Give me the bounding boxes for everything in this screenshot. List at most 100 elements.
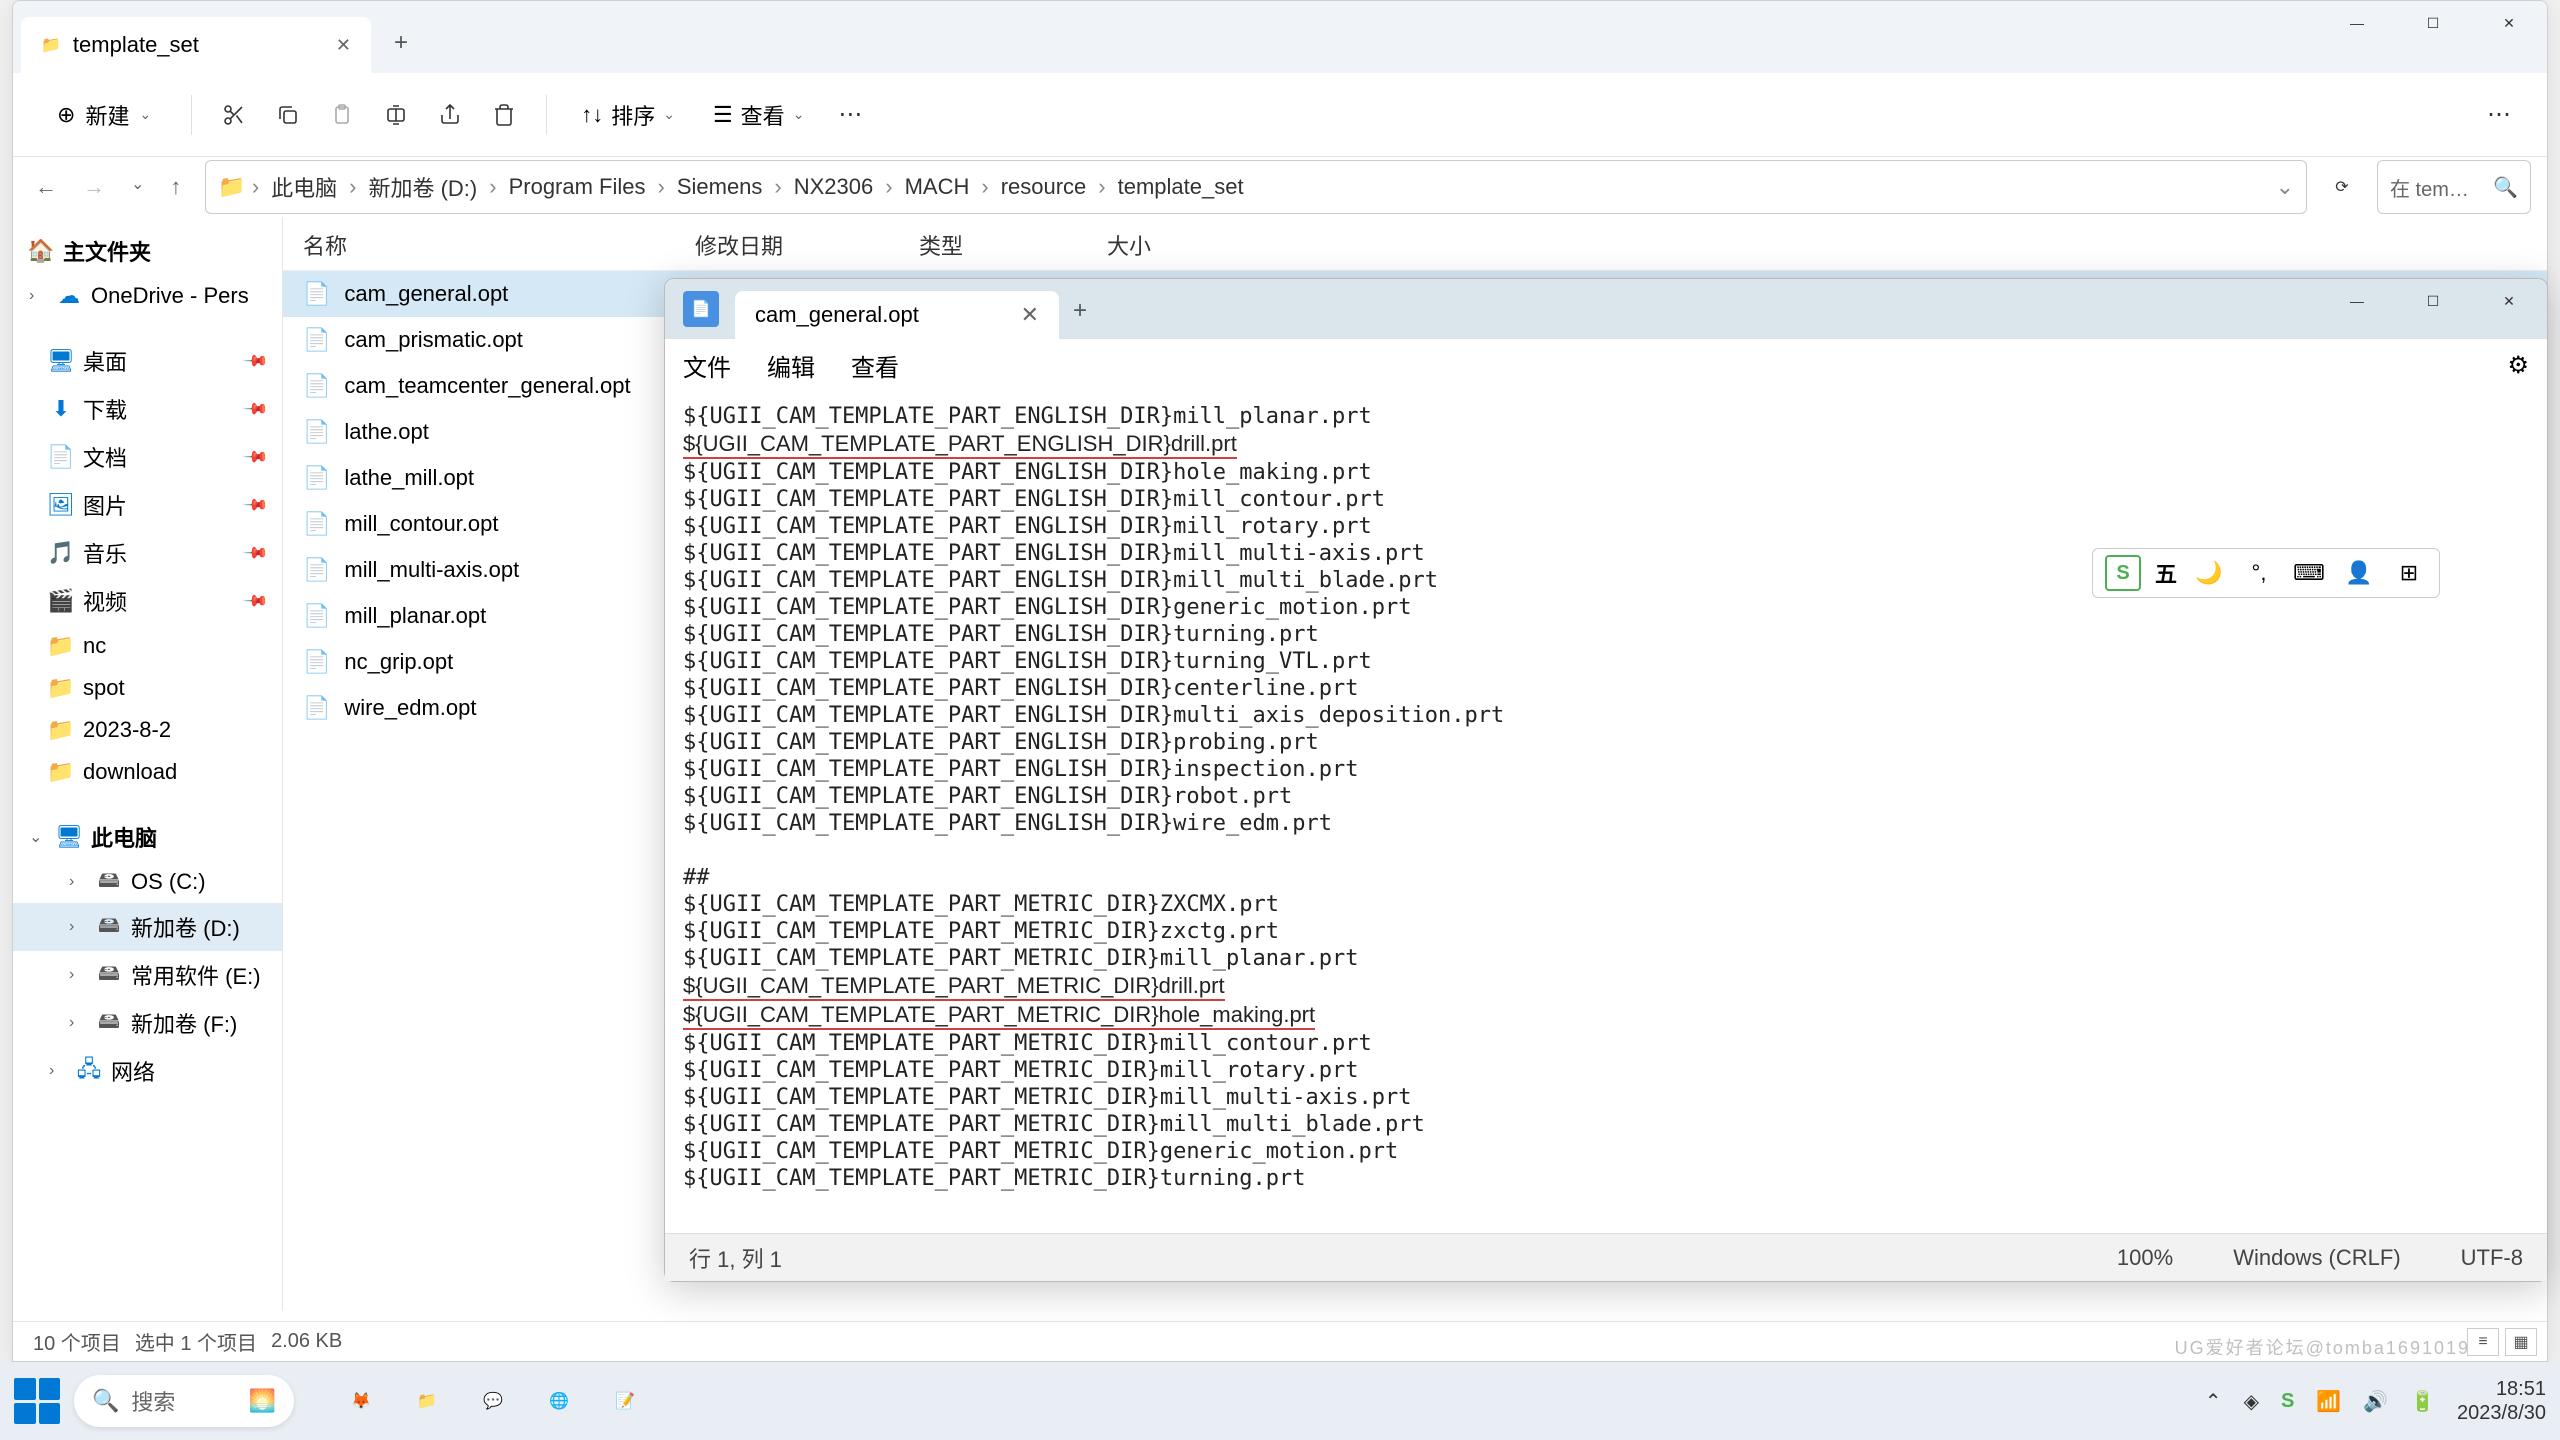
maximize-button[interactable]: ☐ [2395,1,2471,45]
col-name[interactable]: 名称 [283,217,687,270]
maximize-button[interactable]: ☐ [2395,279,2471,323]
sidebar-quick-item[interactable]: 📄文档📌 [13,433,282,481]
app-firefox[interactable]: 🦊 [334,1374,388,1428]
sidebar-network[interactable]: › 🖧 网络 [13,1047,282,1095]
paste-button[interactable] [324,97,360,133]
close-tab-icon[interactable]: ✕ [1021,302,1039,328]
search-label: 搜索 [131,1385,175,1417]
new-button[interactable]: ⊕ 新建 ⌄ [41,91,167,139]
file-icon: 📄 [303,327,330,353]
settings-icon[interactable]: ⚙ [2507,351,2529,380]
chevron-right-icon[interactable]: › [69,873,87,891]
forward-button[interactable]: → [77,168,111,206]
sidebar-drive-item[interactable]: ›🖴新加卷 (D:) [13,903,282,951]
sidebar-quick-item[interactable]: 📁nc [13,625,282,667]
chevron-down-icon[interactable]: ⌄ [29,827,47,847]
app-edge[interactable]: 🌐 [532,1374,586,1428]
col-size[interactable]: 大小 [1099,217,1239,270]
tray-icon[interactable]: ◈ [2244,1389,2259,1414]
view-button[interactable]: ☰ 查看 ⌄ [703,93,814,137]
new-tab-button[interactable]: + [1073,297,1087,325]
sidebar-drive-item[interactable]: ›🖴常用软件 (E:) [13,951,282,999]
breadcrumb-segment[interactable]: Program Files [503,170,652,204]
person-icon[interactable]: 👤 [2341,555,2377,591]
notepad-content[interactable]: ${UGII_CAM_TEMPLATE_PART_ENGLISH_DIR}mil… [665,391,2547,1233]
recent-button[interactable]: ⌄ [125,168,150,206]
details-view-button[interactable]: ≡ [2467,1328,2499,1356]
chevron-down-icon[interactable]: ⌄ [2276,174,2294,200]
chevron-right-icon[interactable]: › [49,1062,67,1080]
overflow-button[interactable]: ⋯ [2481,97,2517,133]
back-button[interactable]: ← [29,168,63,206]
close-button[interactable]: ✕ [2471,1,2547,45]
breadcrumb[interactable]: 📁 › 此电脑› 新加卷 (D:)› Program Files› Siemen… [205,160,2307,214]
grid-icon[interactable]: ⊞ [2391,555,2427,591]
breadcrumb-segment[interactable]: 新加卷 (D:) [362,167,483,207]
clock[interactable]: 18:51 2023/8/30 [2457,1377,2546,1425]
breadcrumb-segment[interactable]: Siemens [671,170,769,204]
copy-button[interactable] [270,97,306,133]
sidebar-quick-item[interactable]: 🎵音乐📌 [13,529,282,577]
explorer-tab[interactable]: 📁 template_set ✕ [21,17,371,73]
battery-icon[interactable]: 🔋 [2410,1389,2435,1414]
sidebar-quick-item[interactable]: 🎬视频📌 [13,577,282,625]
ime-toolbar[interactable]: S 五 🌙 °, ⌨ 👤 ⊞ [2092,548,2440,598]
sidebar-quick-item[interactable]: 🖥桌面📌 [13,337,282,385]
more-button[interactable]: ⋯ [832,97,868,133]
chevron-up-icon[interactable]: ⌃ [2205,1389,2222,1414]
notepad-tabs: 📄 cam_general.opt ✕ + — ☐ ✕ [665,279,2547,339]
breadcrumb-segment[interactable]: MACH [899,170,976,204]
col-type[interactable]: 类型 [911,217,1099,270]
sidebar-quick-item[interactable]: ⬇下载📌 [13,385,282,433]
cut-button[interactable] [216,97,252,133]
menu-edit[interactable]: 编辑 [767,348,815,383]
sidebar-home[interactable]: 🏠 主文件夹 [13,227,282,275]
keyboard-icon[interactable]: ⌨ [2291,555,2327,591]
sidebar-quick-item[interactable]: 📁download [13,751,282,793]
refresh-button[interactable]: ⟳ [2315,160,2369,214]
minimize-button[interactable]: — [2319,279,2395,323]
start-button[interactable] [14,1378,60,1424]
sidebar-this-pc[interactable]: ⌄ 🖥 此电脑 [13,813,282,861]
up-button[interactable]: ↑ [164,168,187,206]
breadcrumb-segment[interactable]: resource [995,170,1093,204]
chevron-right-icon[interactable]: › [69,1014,87,1032]
new-tab-button[interactable]: + [381,29,421,57]
sidebar-quick-item[interactable]: 🖼图片📌 [13,481,282,529]
sidebar-onedrive[interactable]: › ☁ OneDrive - Pers [13,275,282,317]
chevron-right-icon[interactable]: › [69,918,87,936]
icons-view-button[interactable]: ▦ [2505,1328,2537,1356]
moon-icon[interactable]: 🌙 [2191,555,2227,591]
close-tab-icon[interactable]: ✕ [336,35,351,56]
breadcrumb-segment[interactable]: NX2306 [788,170,880,204]
sidebar-quick-item[interactable]: 📁2023-8-2 [13,709,282,751]
sidebar-drive-item[interactable]: ›🖴新加卷 (F:) [13,999,282,1047]
delete-button[interactable] [486,97,522,133]
sort-button[interactable]: ↑↓ 排序 ⌄ [571,93,685,137]
ime-mode[interactable]: 五 [2155,557,2177,589]
close-button[interactable]: ✕ [2471,279,2547,323]
menu-file[interactable]: 文件 [683,348,731,383]
app-notepad[interactable]: 📝 [598,1374,652,1428]
notepad-tab[interactable]: cam_general.opt ✕ [735,291,1059,339]
sidebar-quick-item[interactable]: 📁spot [13,667,282,709]
chevron-right-icon[interactable]: › [29,287,47,305]
app-explorer[interactable]: 📁 [400,1374,454,1428]
chevron-right-icon[interactable]: › [69,966,87,984]
volume-icon[interactable]: 🔊 [2363,1389,2388,1414]
col-date[interactable]: 修改日期 [687,217,911,270]
ime-tray-icon[interactable]: S [2281,1390,2294,1413]
breadcrumb-segment[interactable]: template_set [1112,170,1250,204]
wifi-icon[interactable]: 📶 [2316,1389,2341,1414]
share-button[interactable] [432,97,468,133]
breadcrumb-segment[interactable]: 此电脑 [265,167,343,207]
menu-view[interactable]: 查看 [851,348,899,383]
app-wechat[interactable]: 💬 [466,1374,520,1428]
rename-button[interactable] [378,97,414,133]
taskbar-search[interactable]: 🔍 搜索 🌅 [74,1375,294,1427]
punct-icon[interactable]: °, [2241,555,2277,591]
search-input[interactable]: 在 tem… 🔍 [2377,160,2531,214]
sidebar-drive-item[interactable]: ›🖴OS (C:) [13,861,282,903]
minimize-button[interactable]: — [2319,1,2395,45]
notepad-menu: 文件 编辑 查看 ⚙ [665,339,2547,391]
